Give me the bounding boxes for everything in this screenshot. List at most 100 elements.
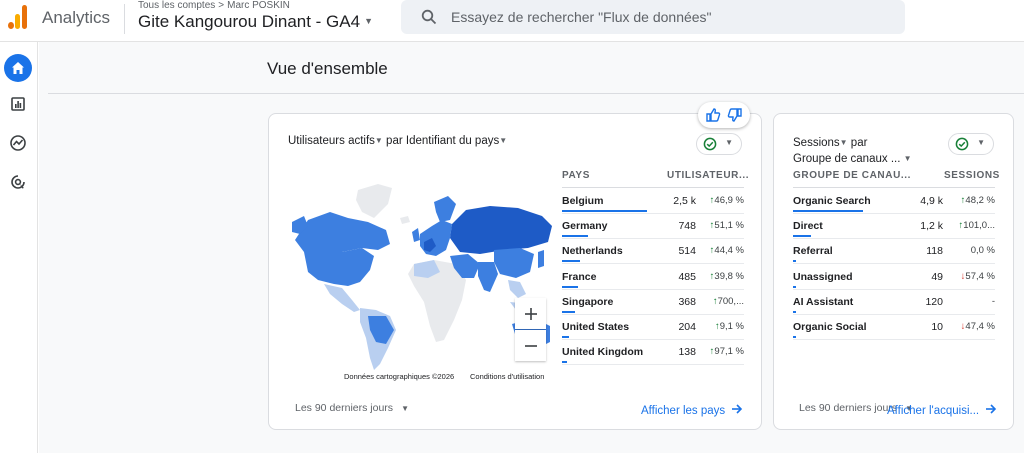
thumbs-down-icon[interactable] (727, 107, 743, 123)
world-map[interactable] (290, 182, 552, 372)
arrow-right-icon (986, 404, 997, 414)
table-row[interactable]: Germany 748 ↑51,1 % (562, 214, 744, 240)
caret-down-icon: ▼ (977, 138, 985, 147)
column-header-country[interactable]: PAYS (562, 170, 590, 181)
map-united-states (304, 248, 374, 286)
search-input[interactable] (451, 7, 891, 27)
search-bar[interactable] (401, 0, 905, 34)
row-value: 748 (678, 220, 696, 233)
home-icon[interactable] (4, 54, 32, 82)
app-name: Analytics (42, 8, 111, 27)
explore-icon[interactable] (4, 129, 32, 157)
caret-down-icon: ▼ (903, 154, 912, 163)
row-change-value: 39,8 % (714, 270, 744, 282)
thumbs-up-icon[interactable] (705, 107, 721, 123)
row-label: Unassigned (793, 270, 853, 283)
breadcrumb-account[interactable]: Marc POSKIN (227, 0, 290, 11)
feedback-buttons (698, 102, 750, 128)
breadcrumb[interactable]: Tous les comptes > Marc POSKIN (138, 0, 290, 11)
row-value: 4,9 k (920, 195, 943, 207)
row-change: ↑9,1 % (715, 321, 744, 332)
column-header-users[interactable]: UTILISATEUR... (667, 170, 749, 181)
row-value: 10 (931, 321, 943, 333)
map-mexico (324, 284, 360, 312)
row-label: Organic Search (793, 195, 871, 207)
table-row[interactable]: Referral 118 0,0 % (793, 239, 995, 265)
metric-selector[interactable]: Utilisateurs actifs (288, 135, 375, 147)
card2-title[interactable]: Sessions▼ par Groupe de canaux ... ▼ (793, 135, 912, 167)
table-row[interactable]: Netherlands 514 ↑44,4 % (562, 239, 744, 265)
table-row[interactable]: United States 204 ↑9,1 % (562, 315, 744, 340)
table-row[interactable]: United Kingdom 138 ↑97,1 % (562, 340, 744, 366)
map-terms-link[interactable]: Conditions d'utilisation (470, 372, 544, 381)
map-europe (420, 220, 452, 256)
divider (793, 187, 995, 188)
row-share-bar (793, 285, 796, 288)
caret-down-icon: ▼ (374, 136, 383, 145)
map-southeast-asia (508, 280, 526, 298)
table-row[interactable]: Organic Search 4,9 k ↑48,2 % (793, 189, 995, 214)
data-quality-button[interactable]: ▼ (948, 133, 994, 155)
row-change: ↓47,4 % (961, 321, 995, 332)
reports-icon[interactable] (4, 90, 32, 118)
card1-title[interactable]: Utilisateurs actifs▼ par Identifiant du … (288, 135, 507, 147)
advertising-icon[interactable] (4, 168, 32, 196)
map-japan (538, 250, 544, 268)
table-row[interactable]: Organic Social 10 ↓47,4 % (793, 315, 995, 340)
divider (48, 93, 1024, 94)
row-share-bar (562, 235, 588, 238)
row-change: ↑46,9 % (710, 195, 744, 206)
analytics-logo-icon[interactable] (8, 5, 30, 29)
row-value: 204 (678, 321, 696, 333)
zoom-out-button[interactable] (515, 330, 546, 361)
table-row[interactable]: France 485 ↑39,8 % (562, 265, 744, 290)
row-change: ↑97,1 % (710, 346, 744, 357)
table-row[interactable]: Direct 1,2 k ↑101,0... (793, 214, 995, 240)
row-label: Germany (562, 220, 608, 233)
property-selector[interactable]: Gite Kangourou Dinant - GA4 ▼ (138, 12, 373, 32)
row-change-value: - (991, 295, 995, 307)
data-quality-button[interactable]: ▼ (696, 133, 742, 155)
row-change: ↓57,4 % (961, 271, 995, 282)
row-change-value: 48,2 % (965, 195, 995, 206)
map-canada (295, 212, 390, 252)
row-share-bar (562, 210, 647, 212)
top-bar: Analytics Tous les comptes > Marc POSKIN G… (0, 0, 1024, 42)
caret-down-icon: ▼ (364, 16, 373, 26)
map-scandinavia (434, 196, 456, 222)
row-change-value: 97,1 % (714, 346, 744, 358)
date-range-selector[interactable]: Les 90 derniers jours ▼ (295, 402, 409, 414)
minus-icon (524, 344, 537, 347)
column-header-channel[interactable]: GROUPE DE CANAU... (793, 170, 911, 181)
row-label: Netherlands (562, 245, 623, 258)
row-value: 2,5 k (673, 195, 696, 207)
dimension-selector[interactable]: Identifiant du pays (406, 135, 499, 147)
view-countries-link[interactable]: Afficher les pays (641, 403, 743, 417)
table-row[interactable]: Singapore 368 ↑700,... (562, 290, 744, 315)
row-change: ↑700,... (713, 296, 744, 307)
row-share-bar (793, 336, 796, 338)
chevron-right-icon: > (218, 0, 225, 11)
row-share-bar (562, 285, 579, 288)
table-row[interactable]: AI Assistant 120 - (793, 290, 995, 315)
row-value: 118 (926, 245, 943, 258)
map-greenland (356, 184, 392, 218)
table-row[interactable]: Unassigned 49 ↓57,4 % (793, 265, 995, 290)
check-circle-icon (955, 137, 969, 151)
row-label: United Kingdom (562, 346, 644, 359)
check-circle-icon (703, 137, 717, 151)
zoom-in-button[interactable] (515, 298, 546, 329)
row-change-value: 46,9 % (714, 195, 744, 206)
row-change: - (992, 296, 995, 307)
breadcrumb-accounts[interactable]: Tous les comptes (138, 0, 215, 11)
row-change: ↑51,1 % (710, 220, 744, 231)
dimension-selector[interactable]: Groupe de canaux ... (793, 153, 900, 165)
row-change: 0,0 % (971, 245, 995, 256)
row-change-value: 57,4 % (965, 270, 995, 282)
column-header-sessions[interactable]: SESSIONS (944, 170, 1000, 181)
row-share-bar (562, 260, 580, 263)
metric-selector[interactable]: Sessions (793, 137, 840, 149)
row-share-bar (793, 210, 863, 212)
view-acquisition-link[interactable]: Afficher l'acquisi... (887, 403, 997, 417)
table-row[interactable]: Belgium 2,5 k ↑46,9 % (562, 189, 744, 214)
